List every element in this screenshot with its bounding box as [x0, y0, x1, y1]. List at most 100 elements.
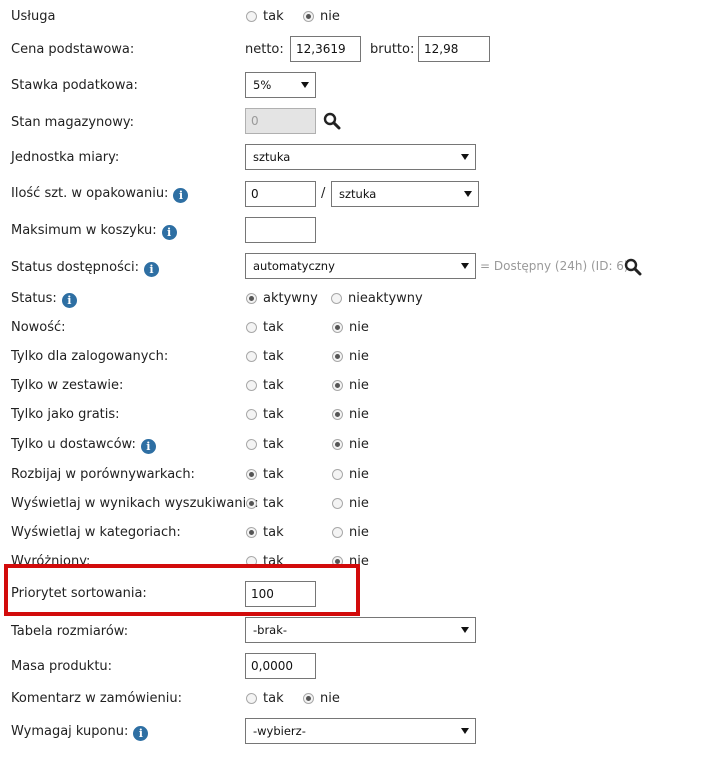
radio-komentarz-nie[interactable]: [303, 693, 314, 704]
ilosc-separator: /: [321, 186, 326, 201]
radio-gratis-tak[interactable]: [246, 409, 257, 420]
radio-zalogowani-tak-label[interactable]: tak: [263, 349, 284, 364]
radio-dostawcy-nie[interactable]: [332, 439, 343, 450]
info-icon[interactable]: i: [173, 188, 189, 203]
radio-kategorie-tak-label[interactable]: tak: [263, 525, 284, 540]
info-icon[interactable]: i: [161, 225, 177, 240]
search-icon[interactable]: [323, 112, 341, 130]
radio-usluga-nie-label[interactable]: nie: [320, 9, 340, 24]
masa-input[interactable]: 0,0000: [245, 653, 316, 679]
stawka-select[interactable]: 5%: [245, 72, 316, 98]
row-usluga: Usługa tak nie: [0, 0, 708, 32]
label-stawka: Stawka podatkowa:: [11, 78, 138, 93]
label-maksimum-text: Maksimum w koszyku:: [11, 223, 157, 238]
row-dostawcy: Tylko u dostawców: i tak nie: [0, 429, 708, 459]
label-tabela: Tabela rozmiarów:: [11, 624, 129, 639]
label-dostawcy-text: Tylko u dostawców:: [11, 437, 136, 452]
radio-wyszukiwanie-nie-label[interactable]: nie: [349, 496, 369, 511]
radio-gratis-tak-label[interactable]: tak: [263, 407, 284, 422]
radio-usluga-tak-label[interactable]: tak: [263, 9, 284, 24]
radio-nowosc-tak-label[interactable]: tak: [263, 320, 284, 335]
radio-kategorie-nie-label[interactable]: nie: [349, 525, 369, 540]
radio-zestaw-tak-label[interactable]: tak: [263, 378, 284, 393]
radio-komentarz-tak[interactable]: [246, 693, 257, 704]
label-status-dostepnosci: Status dostępności: i: [11, 260, 159, 277]
netto-input[interactable]: 12,3619: [290, 36, 361, 62]
label-status-dostepnosci-text: Status dostępności:: [11, 260, 139, 275]
radio-status-aktywny-label[interactable]: aktywny: [263, 291, 318, 306]
label-zestaw: Tylko w zestawie:: [11, 378, 124, 393]
info-icon[interactable]: i: [144, 262, 159, 277]
radio-zalogowani-tak[interactable]: [246, 351, 257, 362]
radio-zestaw-nie[interactable]: [332, 380, 343, 391]
radio-nowosc-nie-label[interactable]: nie: [349, 320, 369, 335]
ilosc-unit-value: sztuka: [339, 187, 377, 201]
brutto-input[interactable]: 12,98: [418, 36, 490, 62]
radio-komentarz-nie-label[interactable]: nie: [320, 691, 340, 706]
tabela-select[interactable]: -brak-: [245, 617, 476, 643]
row-maksimum: Maksimum w koszyku: i: [0, 215, 708, 247]
radio-status-nieaktywny[interactable]: [331, 293, 342, 304]
radio-porownywarki-tak-label[interactable]: tak: [263, 467, 284, 482]
row-cena: Cena podstawowa: netto: 12,3619 brutto: …: [0, 32, 708, 68]
info-icon[interactable]: i: [61, 293, 77, 308]
radio-status-aktywny[interactable]: [246, 293, 257, 304]
row-status-dostepnosci: Status dostępności: i automatyczny = Dost…: [0, 252, 708, 284]
radio-zestaw-nie-label[interactable]: nie: [349, 378, 369, 393]
chevron-down-icon: [461, 627, 469, 633]
netto-label: netto:: [245, 42, 284, 57]
kupon-select[interactable]: -wybierz-: [245, 718, 476, 744]
ilosc-input[interactable]: 0: [245, 181, 316, 207]
label-maksimum: Maksimum w koszyku: i: [11, 223, 177, 240]
radio-dostawcy-tak-label[interactable]: tak: [263, 437, 284, 452]
chevron-down-icon: [461, 263, 469, 269]
radio-usluga-tak[interactable]: [246, 11, 257, 22]
label-nowosc: Nowość:: [11, 320, 66, 335]
radio-gratis-nie[interactable]: [332, 409, 343, 420]
radio-wyszukiwanie-nie[interactable]: [332, 498, 343, 509]
radio-nowosc-nie[interactable]: [332, 322, 343, 333]
search-icon[interactable]: [624, 258, 642, 276]
label-ilosc-text: Ilość szt. w opakowaniu:: [11, 186, 169, 201]
stawka-value: 5%: [253, 78, 272, 92]
radio-dostawcy-nie-label[interactable]: nie: [349, 437, 369, 452]
row-kategorie: Wyświetlaj w kategoriach: tak nie: [0, 517, 708, 546]
radio-zalogowani-nie[interactable]: [332, 351, 343, 362]
chevron-down-icon: [464, 191, 472, 197]
kupon-value: -wybierz-: [253, 724, 306, 738]
label-dostawcy: Tylko u dostawców: i: [11, 437, 156, 454]
jednostka-select[interactable]: sztuka: [245, 144, 476, 170]
label-kupon: Wymagaj kuponu: i: [11, 724, 149, 741]
info-icon[interactable]: i: [133, 726, 149, 741]
ilosc-unit-select[interactable]: sztuka: [331, 181, 479, 207]
maksimum-input[interactable]: [245, 217, 316, 243]
status-dostepnosci-select[interactable]: automatyczny: [245, 253, 476, 279]
radio-nowosc-tak[interactable]: [246, 322, 257, 333]
radio-komentarz-tak-label[interactable]: tak: [263, 691, 284, 706]
label-usluga: Usługa: [11, 9, 56, 24]
status-dostepnosci-value: automatyczny: [253, 259, 335, 273]
radio-kategorie-nie[interactable]: [332, 527, 343, 538]
radio-gratis-nie-label[interactable]: nie: [349, 407, 369, 422]
radio-porownywarki-nie-label[interactable]: nie: [349, 467, 369, 482]
label-kategorie: Wyświetlaj w kategoriach:: [11, 525, 181, 540]
radio-wyszukiwanie-tak-label[interactable]: tak: [263, 496, 284, 511]
label-status: Status: i: [11, 291, 77, 308]
label-cena: Cena podstawowa:: [11, 42, 135, 57]
radio-porownywarki-tak[interactable]: [246, 469, 257, 480]
label-gratis: Tylko jako gratis:: [11, 407, 120, 422]
radio-dostawcy-tak[interactable]: [246, 439, 257, 450]
label-status-text: Status:: [11, 291, 57, 306]
radio-wyszukiwanie-tak[interactable]: [246, 498, 257, 509]
radio-status-nieaktywny-label[interactable]: nieaktywny: [348, 291, 423, 306]
radio-zalogowani-nie-label[interactable]: nie: [349, 349, 369, 364]
info-icon[interactable]: i: [140, 439, 156, 454]
jednostka-value: sztuka: [253, 150, 291, 164]
radio-porownywarki-nie[interactable]: [332, 469, 343, 480]
radio-usluga-nie[interactable]: [303, 11, 314, 22]
row-porownywarki: Rozbijaj w porównywarkach: tak nie: [0, 459, 708, 488]
row-kupon: Wymagaj kuponu: i -wybierz-: [0, 716, 708, 748]
radio-kategorie-tak[interactable]: [246, 527, 257, 538]
radio-zestaw-tak[interactable]: [246, 380, 257, 391]
highlight-box: [4, 564, 360, 616]
